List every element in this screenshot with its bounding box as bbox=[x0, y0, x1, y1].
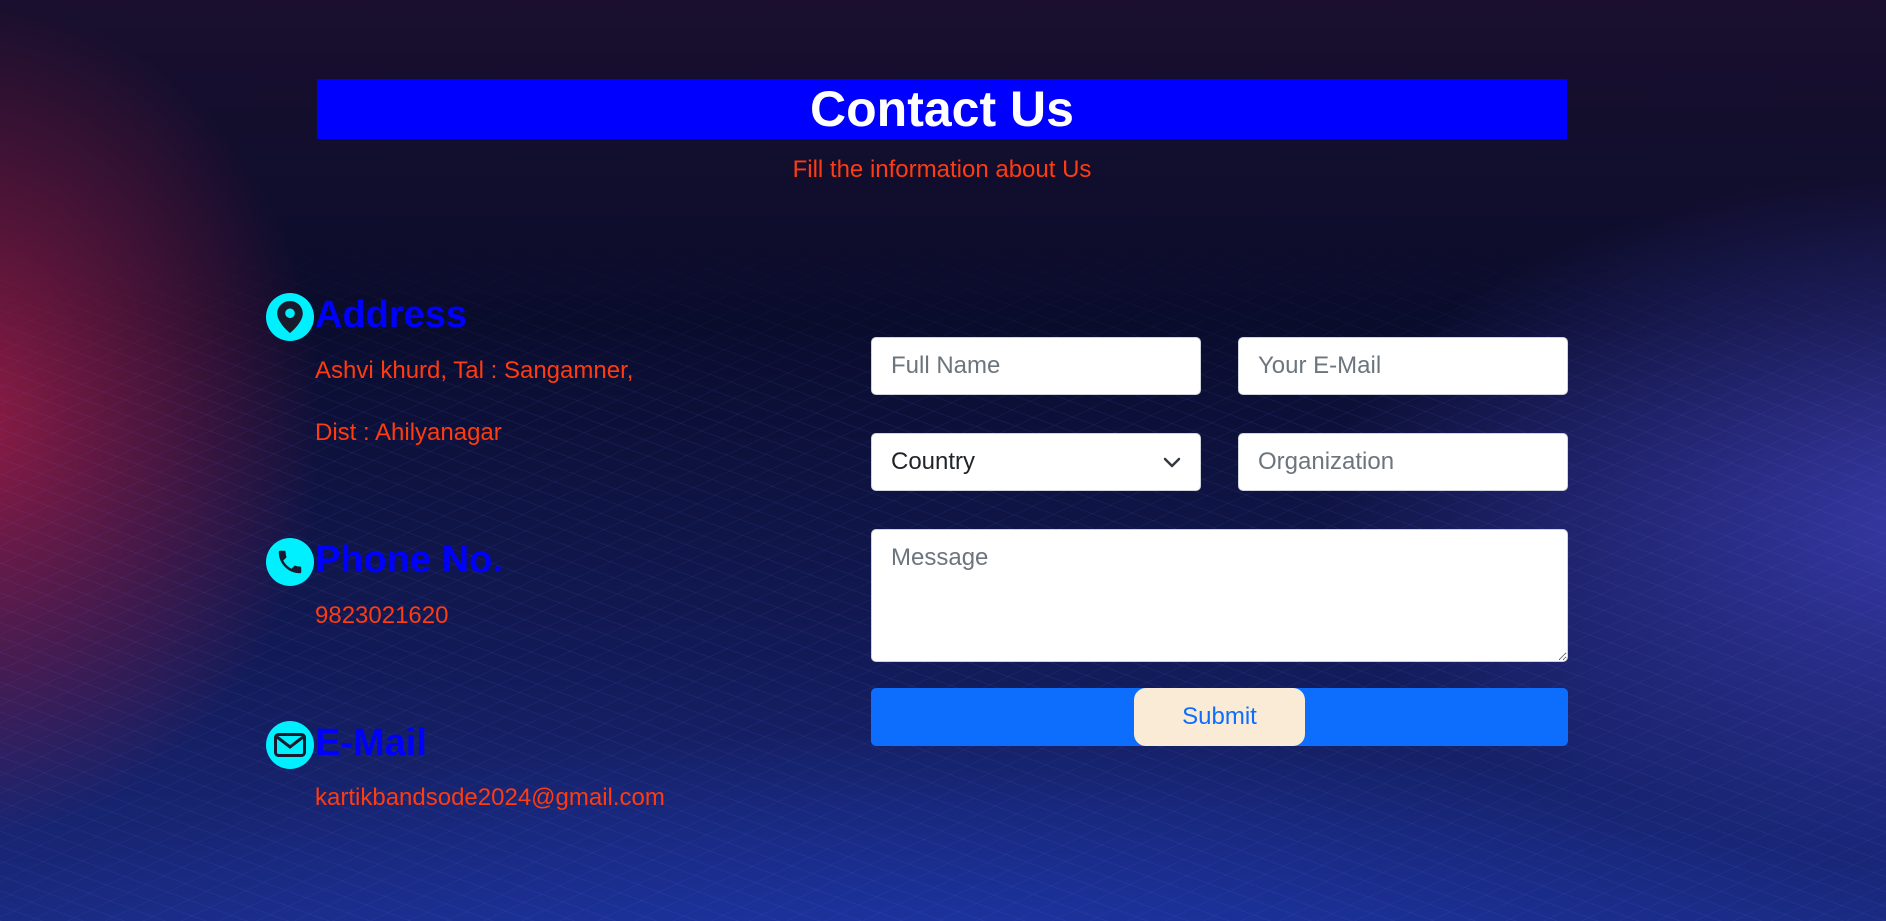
full-name-input[interactable] bbox=[871, 337, 1201, 395]
chevron-down-icon bbox=[1163, 448, 1181, 476]
email-input[interactable] bbox=[1238, 337, 1568, 395]
phone-number: 9823021620 bbox=[315, 602, 449, 629]
page-subtitle: Fill the information about Us bbox=[792, 156, 1092, 183]
submit-button[interactable]: Submit bbox=[1134, 688, 1305, 746]
submit-bar: Submit bbox=[871, 688, 1568, 746]
email-heading: E-Mail bbox=[315, 722, 427, 764]
phone-heading: Phone No. bbox=[315, 539, 503, 581]
envelope-icon bbox=[266, 721, 314, 769]
address-line-2: Dist : Ahilyanagar bbox=[315, 419, 502, 446]
country-select-value: Country bbox=[891, 448, 976, 475]
address-line-1: Ashvi khurd, Tal : Sangamner, bbox=[315, 357, 634, 384]
email-address: kartikbandsode2024@gmail.com bbox=[315, 784, 665, 811]
country-select[interactable]: Country bbox=[871, 433, 1201, 491]
organization-input[interactable] bbox=[1238, 433, 1568, 491]
page-title: Contact Us bbox=[317, 79, 1567, 139]
address-heading: Address bbox=[315, 294, 468, 336]
phone-icon bbox=[266, 538, 314, 586]
message-textarea[interactable] bbox=[871, 529, 1568, 662]
map-pin-icon bbox=[266, 293, 314, 341]
